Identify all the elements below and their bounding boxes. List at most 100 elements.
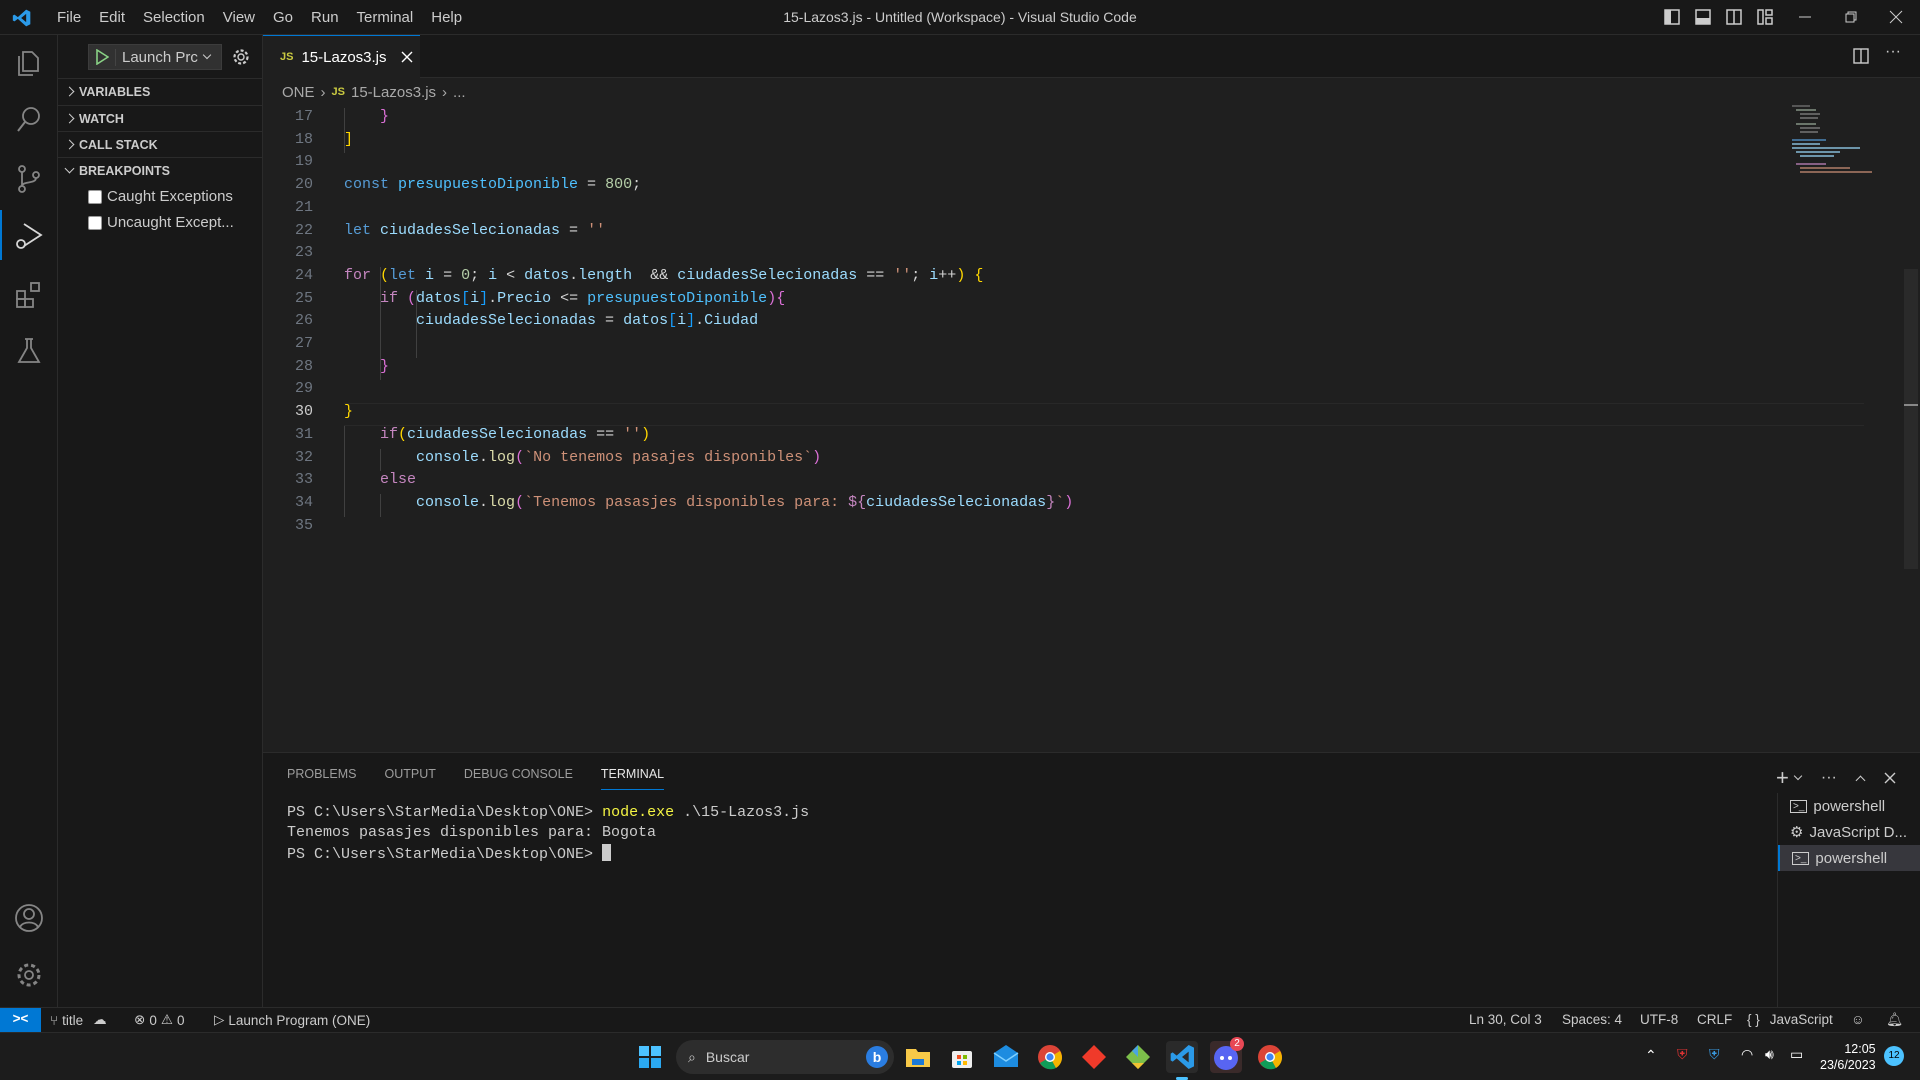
taskbar-discord[interactable]: 2 — [1210, 1037, 1244, 1073]
section-breakpoints[interactable]: BREAKPOINTS — [58, 157, 263, 183]
breadcrumb-file[interactable]: 15-Lazos3.js — [351, 84, 436, 101]
menu-edit[interactable]: Edit — [90, 9, 134, 26]
search-icon[interactable] — [13, 104, 45, 136]
customize-layout-icon[interactable] — [1756, 8, 1774, 26]
menu-view[interactable]: View — [214, 9, 264, 26]
code-line[interactable]: ] — [344, 131, 353, 148]
code-line[interactable]: } — [344, 108, 389, 125]
code-line[interactable]: for (let i = 0; i < datos.length && ciud… — [344, 267, 983, 284]
maximize-panel-icon[interactable] — [1855, 775, 1866, 785]
extensions-icon[interactable] — [13, 279, 45, 311]
clock[interactable]: 12:05 23/6/2023 — [1820, 1041, 1876, 1073]
file-explorer-icon[interactable] — [902, 1041, 934, 1073]
minimap[interactable] — [1790, 104, 1880, 174]
close-panel-icon[interactable] — [1884, 772, 1896, 784]
toggle-sidebar-icon[interactable] — [1663, 8, 1681, 26]
notification-center-badge[interactable]: 12 — [1884, 1046, 1904, 1066]
code-line[interactable]: console.log(`Tenemos pasasjes disponible… — [344, 494, 1073, 511]
minimize-icon[interactable] — [1796, 8, 1814, 26]
testing-icon[interactable] — [13, 335, 45, 367]
breadcrumb-symbol[interactable]: ... — [453, 84, 466, 101]
accounts-icon[interactable] — [13, 902, 45, 934]
cursor-position[interactable]: Ln 30, Col 3 — [1469, 1012, 1542, 1027]
indentation[interactable]: Spaces: 4 — [1562, 1012, 1622, 1027]
run-debug-icon[interactable] — [13, 220, 45, 252]
code-line[interactable]: const presupuestoDiponible = 800; — [344, 176, 641, 193]
section-call-stack[interactable]: CALL STACK — [58, 131, 263, 157]
terminal-line[interactable]: PS C:\Users\StarMedia\Desktop\ONE> — [287, 844, 612, 863]
code-line[interactable]: console.log(`No tenemos pasajes disponib… — [344, 449, 821, 466]
tab-output[interactable]: OUTPUT — [384, 767, 435, 790]
sync-cloud-icon[interactable]: ☁ — [93, 1012, 107, 1028]
debug-settings-gear-icon[interactable] — [231, 47, 251, 67]
code-editor[interactable]: 17 } 18] 19 20 const presupuestoDiponible = … — [263, 104, 1903, 752]
code-line[interactable]: } — [344, 358, 389, 375]
wifi-icon[interactable]: ◠ — [1741, 1046, 1753, 1063]
feedback-icon[interactable]: ☺ — [1851, 1012, 1865, 1027]
antivirus-shield-icon[interactable]: ⛨ — [1677, 1046, 1688, 1063]
more-actions-icon[interactable]: ··· — [1885, 43, 1901, 61]
tab-15-lazos3[interactable]: JS 15-Lazos3.js — [263, 35, 420, 78]
terminal-item-js-debug[interactable]: ⚙ JavaScript D... — [1778, 819, 1920, 845]
terminal-line[interactable]: PS C:\Users\StarMedia\Desktop\ONE> node.… — [287, 804, 809, 821]
close-tab-icon[interactable] — [401, 51, 413, 63]
breakpoint-uncaught-exceptions[interactable]: Uncaught Except... — [88, 214, 234, 231]
new-terminal-icon[interactable]: + — [1776, 765, 1789, 791]
restore-icon[interactable] — [1842, 8, 1860, 26]
taskbar-vscode[interactable] — [1166, 1041, 1198, 1080]
microsoft-store-icon[interactable] — [946, 1041, 978, 1073]
language-mode[interactable]: { } JavaScript — [1747, 1012, 1833, 1027]
terminal-item-powershell[interactable]: >_ powershell — [1778, 845, 1920, 871]
chrome-icon[interactable] — [1034, 1041, 1066, 1073]
section-watch[interactable]: WATCH — [58, 105, 263, 131]
code-line[interactable]: else — [344, 471, 416, 488]
anydesk-icon[interactable] — [1078, 1041, 1110, 1073]
source-control-icon[interactable] — [13, 163, 45, 195]
mail-icon[interactable] — [990, 1041, 1022, 1073]
notifications-bell-icon[interactable]: 🔔︎ — [1886, 1012, 1903, 1028]
tab-terminal[interactable]: TERMINAL — [600, 767, 665, 790]
remote-indicator-icon[interactable]: >< — [0, 1008, 41, 1032]
line-ending[interactable]: CRLF — [1697, 1012, 1732, 1027]
checkbox[interactable] — [88, 189, 102, 204]
windows-start-icon[interactable] — [634, 1041, 666, 1073]
show-hidden-icons-chevron-icon[interactable]: ⌃ — [1645, 1047, 1657, 1064]
security-warning-icon[interactable]: ⛨ — [1709, 1046, 1720, 1063]
code-line[interactable]: ciudadesSelecionadas = datos[i].Ciudad — [344, 312, 758, 329]
editor-scrollbar[interactable] — [1904, 104, 1918, 752]
volume-icon[interactable]: 🔊︎ — [1765, 1046, 1774, 1063]
problems-indicator[interactable]: ⊗ 0 ⚠ 0 — [134, 1012, 184, 1028]
settings-gear-icon[interactable] — [13, 959, 45, 991]
encoding[interactable]: UTF-8 — [1640, 1012, 1678, 1027]
breadcrumb-folder[interactable]: ONE — [282, 84, 315, 101]
bing-icon[interactable]: b — [866, 1046, 888, 1068]
menu-go[interactable]: Go — [264, 9, 302, 26]
explorer-icon[interactable] — [13, 47, 45, 79]
toggle-panel-icon[interactable] — [1694, 8, 1712, 26]
code-line[interactable]: let ciudadesSelecionadas = '' — [344, 222, 605, 239]
taskbar-search[interactable]: ⌕ Buscar b — [676, 1040, 894, 1074]
code-line[interactable]: if (datos[i].Precio <= presupuestoDiponi… — [344, 290, 785, 307]
menu-selection[interactable]: Selection — [134, 9, 214, 26]
battery-icon[interactable]: ▭ — [1790, 1046, 1803, 1063]
start-debugging-icon[interactable] — [95, 49, 109, 65]
close-window-icon[interactable] — [1887, 8, 1905, 26]
more-actions-icon[interactable]: ··· — [1821, 769, 1837, 787]
menu-help[interactable]: Help — [422, 9, 471, 26]
code-line[interactable]: } — [344, 403, 353, 420]
breakpoint-caught-exceptions[interactable]: Caught Exceptions — [88, 188, 233, 205]
checkbox[interactable] — [88, 215, 102, 230]
menu-run[interactable]: Run — [302, 9, 348, 26]
section-variables[interactable]: VARIABLES — [58, 78, 263, 104]
branch-indicator[interactable]: ⑂ title ☁ — [50, 1012, 107, 1028]
launch-config-select[interactable]: Launch Prc — [88, 44, 222, 70]
chrome-icon[interactable] — [1254, 1041, 1286, 1073]
scrollbar-thumb[interactable] — [1904, 269, 1918, 569]
terminal-item-powershell[interactable]: >_ powershell — [1778, 793, 1920, 819]
menu-terminal[interactable]: Terminal — [348, 9, 423, 26]
tab-problems[interactable]: PROBLEMS — [287, 767, 356, 790]
tab-debug-console[interactable]: DEBUG CONSOLE — [464, 767, 573, 790]
debug-launch-indicator[interactable]: ▷ Launch Program (ONE) — [214, 1012, 370, 1028]
toggle-secondary-sidebar-icon[interactable] — [1725, 8, 1743, 26]
split-editor-icon[interactable] — [1852, 47, 1870, 65]
